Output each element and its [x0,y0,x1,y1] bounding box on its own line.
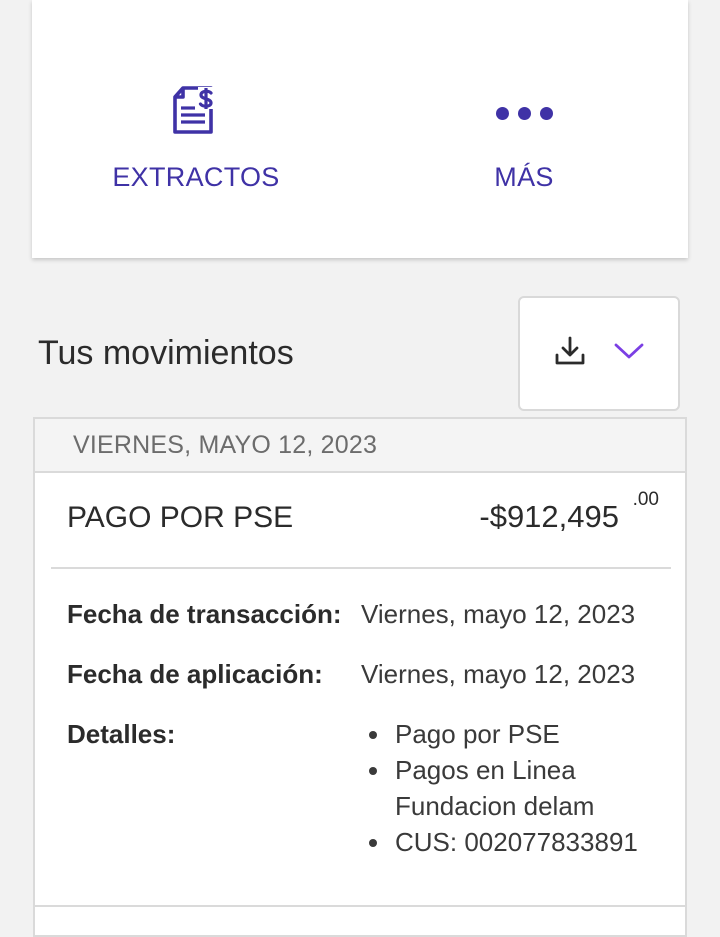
download-icon [554,335,586,372]
details-list: Pago por PSE Pagos en Linea Fundacion de… [361,716,695,860]
transaction-cents: .00 [632,489,659,510]
divider [51,567,671,569]
list-item: CUS: 002077833891 [361,824,695,860]
transaction-amount: -$912,495 [479,499,619,534]
more-dots-icon [414,82,634,144]
more-button[interactable]: MÁS [414,82,634,193]
application-date-value: Viernes, mayo 12, 2023 [361,659,636,689]
extractos-button[interactable]: EXTRACTOS [86,82,306,193]
transaction-row[interactable]: PAGO POR PSE -$912,495 .00 [35,473,685,567]
transaction-name: PAGO POR PSE [67,501,294,534]
transaction-card: VIERNES, MAYO 12, 2023 PAGO POR PSE -$91… [33,417,687,937]
date-header: VIERNES, MAYO 12, 2023 [35,419,685,473]
details-label: Detalles: [67,719,176,749]
more-label: MÁS [494,162,554,192]
application-date-label: Fecha de aplicación: [67,659,323,689]
divider [35,905,685,907]
transaction-date-value: Viernes, mayo 12, 2023 [361,599,636,629]
chevron-down-icon [614,342,644,365]
quick-actions-card: EXTRACTOS MÁS [32,0,688,258]
extractos-label: EXTRACTOS [112,162,280,192]
statement-dollar-icon [86,82,306,144]
movements-title: Tus movimientos [38,334,294,372]
download-dropdown-button[interactable] [518,296,680,411]
list-item: Pagos en Linea Fundacion delam [361,752,695,824]
transaction-date-label: Fecha de transacción: [67,599,342,629]
list-item: Pago por PSE [361,716,695,752]
